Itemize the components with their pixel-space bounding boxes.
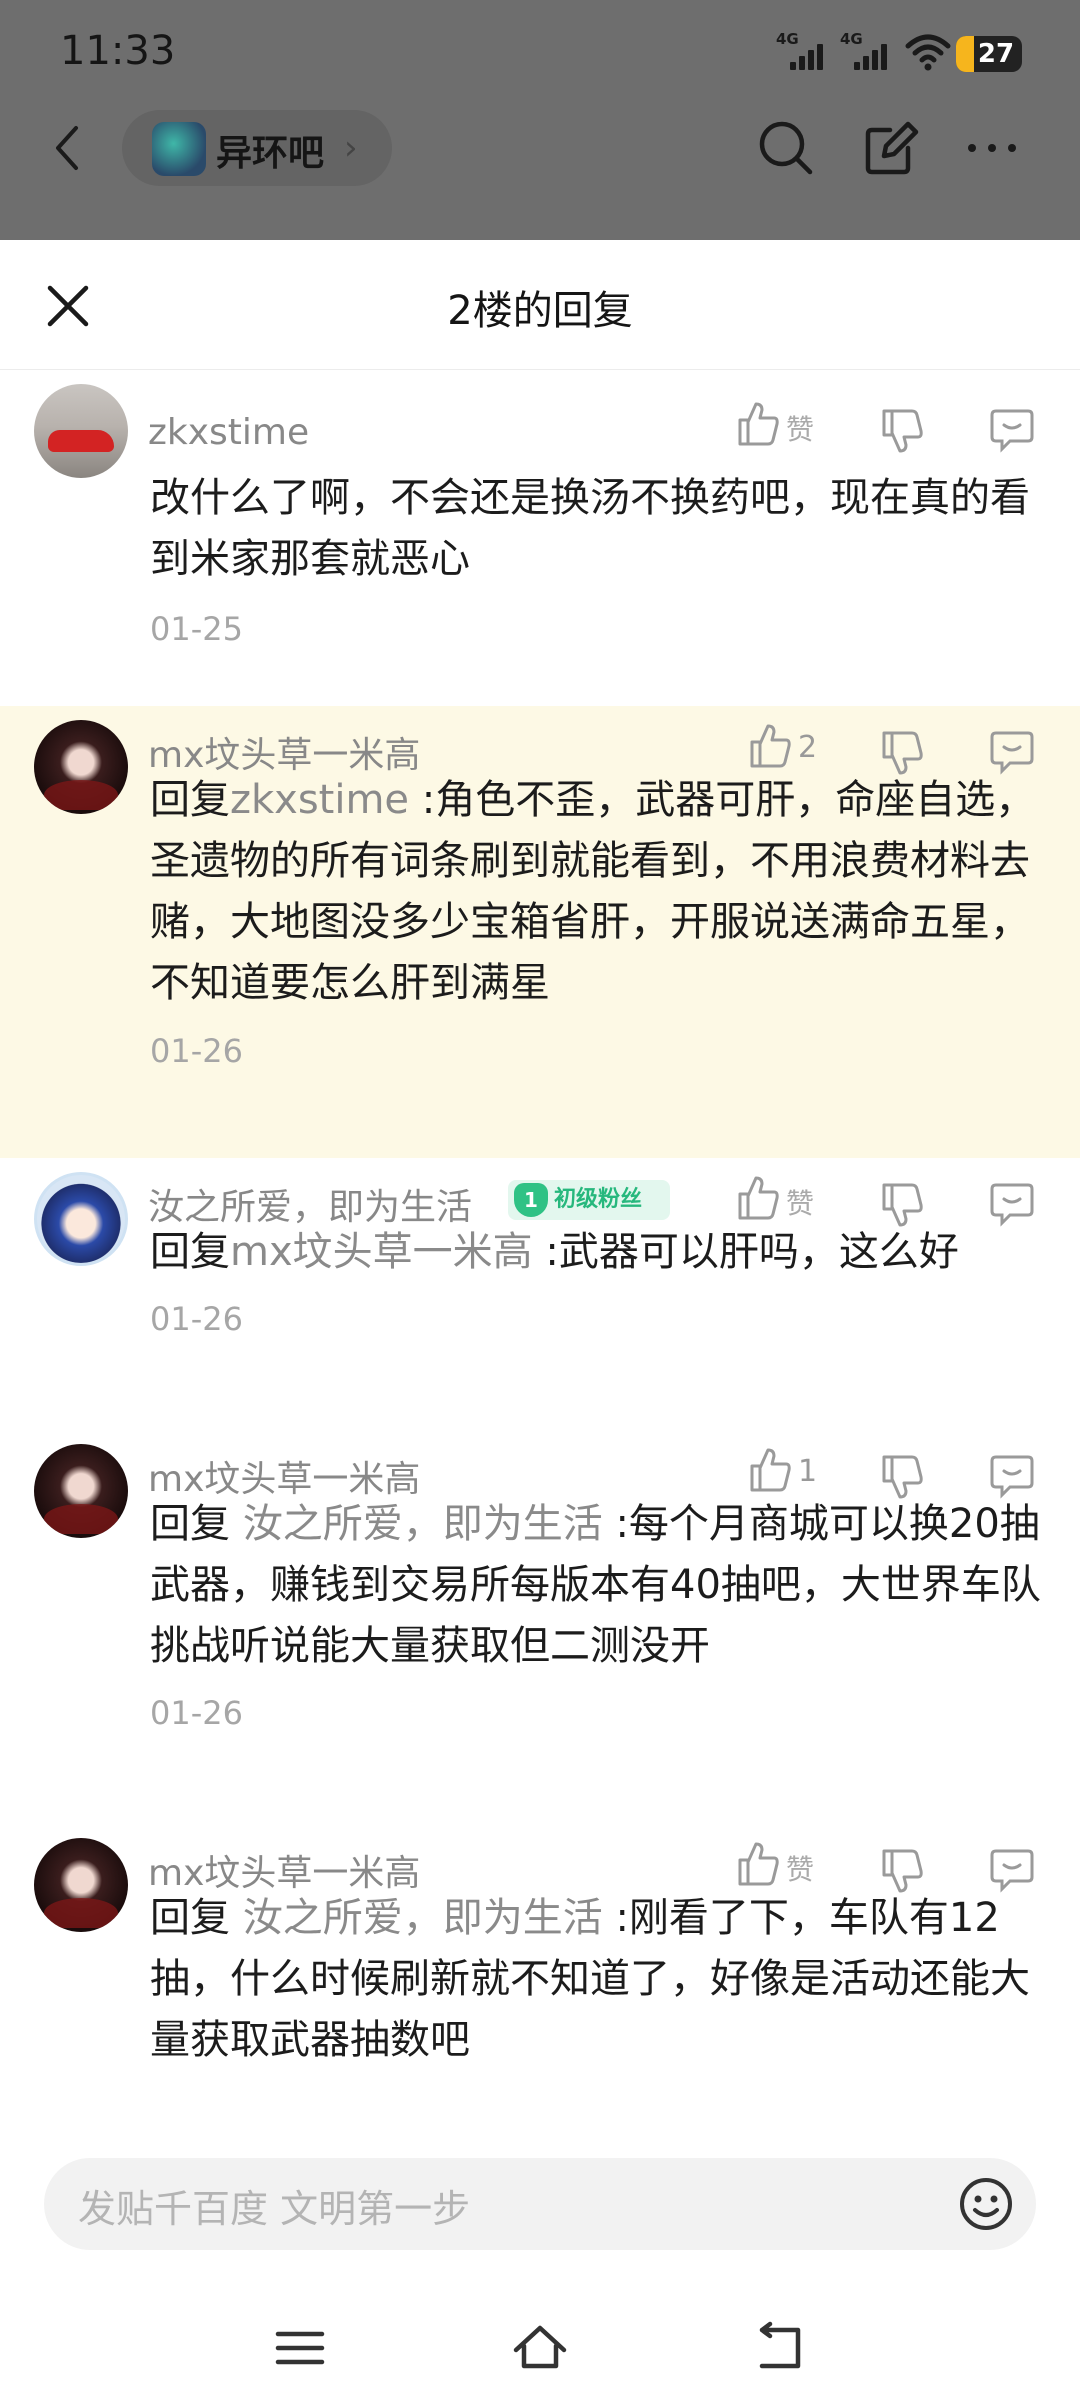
avatar[interactable] — [34, 720, 128, 814]
avatar[interactable] — [34, 1172, 128, 1266]
comment-text: 回复 汝之所爱，即为生活 :每个月商城可以换20抽武器，赚钱到交易所每版本有40… — [150, 1501, 1041, 1669]
battery-indicator: 27 — [956, 36, 1022, 72]
comment-text: 回复 汝之所爱，即为生活 :刚看了下，车队有12抽，什么时候刷新就不知道了，好像… — [150, 1895, 1030, 2063]
wifi-icon — [905, 34, 951, 71]
status-time: 11:33 — [60, 28, 176, 74]
status-bar: 11:33 4G 4G 27 — [0, 0, 1080, 108]
comment-icon[interactable] — [988, 726, 1036, 776]
reply-input-placeholder: 发贴千百度 文明第一步 — [78, 2187, 471, 2231]
reply-input[interactable]: 发贴千百度 文明第一步 — [44, 2158, 1036, 2250]
avatar[interactable] — [34, 1838, 128, 1932]
edit-icon[interactable] — [860, 118, 920, 178]
thumbs-up-icon — [738, 402, 779, 446]
reply-target-link[interactable]: 汝之所爱，即为生活 — [243, 1501, 603, 1547]
forum-avatar — [152, 122, 206, 176]
emoji-icon[interactable] — [956, 2174, 1016, 2234]
like-button[interactable]: 赞 — [736, 400, 836, 450]
reply-target-link[interactable]: mx坟头草一米高 — [230, 1229, 533, 1275]
fan-level-badge: 1 初级粉丝 — [508, 1180, 670, 1220]
comment-date: 01-26 — [150, 1300, 243, 1338]
comment-icon[interactable] — [988, 1450, 1036, 1500]
avatar[interactable] — [34, 1444, 128, 1538]
username[interactable]: zkxstime — [148, 412, 309, 453]
reply-target-link[interactable]: 汝之所爱，即为生活 — [243, 1895, 603, 1941]
avatar[interactable] — [34, 384, 128, 478]
back-icon[interactable] — [48, 118, 88, 178]
thumbs-down-icon[interactable] — [880, 406, 924, 456]
home-icon[interactable] — [510, 2320, 570, 2376]
thumbs-up-icon — [750, 1448, 791, 1492]
sheet-title: 2楼的回复 — [447, 288, 633, 334]
comment-icon[interactable] — [988, 1844, 1036, 1894]
thumbs-up-icon — [738, 1176, 779, 1220]
back-nav-icon[interactable] — [750, 2320, 810, 2376]
search-icon[interactable] — [756, 118, 816, 178]
sheet-header: 2楼的回复 — [0, 240, 1080, 370]
like-button[interactable]: 2 — [748, 722, 848, 772]
chevron-right-icon: › — [344, 128, 358, 168]
comment-date: 01-26 — [150, 1032, 243, 1070]
system-nav-bar — [0, 2280, 1080, 2400]
comment-date: 01-25 — [150, 610, 243, 648]
like-button[interactable]: 赞 — [736, 1840, 836, 1890]
comment-text: 改什么了啊，不会还是换汤不换药吧，现在真的看到米家那套就恶心 — [150, 475, 1030, 582]
like-button[interactable]: 赞 — [736, 1174, 836, 1224]
comment-item-highlighted: mx坟头草一米高 2 回复zkxstime :角色不歪，武器可肝，命座自选，圣遗… — [0, 706, 1080, 1158]
comment-text: 回复zkxstime :角色不歪，武器可肝，命座自选，圣遗物的所有词条刷到就能看… — [150, 777, 1036, 1006]
thumbs-up-icon — [750, 724, 791, 768]
comment-item: 汝之所爱，即为生活 1 初级粉丝 赞 回复mx坟头草一米高 :武器可以肝吗，这么… — [0, 1158, 1080, 1430]
menu-icon[interactable] — [270, 2320, 330, 2376]
comment-date: 01-26 — [150, 1694, 243, 1732]
comment-text: 回复mx坟头草一米高 :武器可以肝吗，这么好 — [150, 1229, 959, 1275]
like-button[interactable]: 1 — [748, 1446, 848, 1496]
forum-name[interactable]: 异环吧 — [216, 124, 324, 176]
replies-sheet: 2楼的回复 zkxstime 赞 改什么了啊，不会还是换汤不换药吧，现在真的看到… — [0, 240, 1080, 2400]
more-icon[interactable] — [962, 118, 1022, 178]
comment-icon[interactable] — [988, 404, 1036, 454]
comment-icon[interactable] — [988, 1178, 1036, 1228]
comment-item: mx坟头草一米高 1 回复 汝之所爱，即为生活 :每个月商城可以换20抽武器，赚… — [0, 1430, 1080, 1824]
thumbs-up-icon — [738, 1842, 779, 1886]
reply-target-link[interactable]: zkxstime — [230, 777, 409, 823]
